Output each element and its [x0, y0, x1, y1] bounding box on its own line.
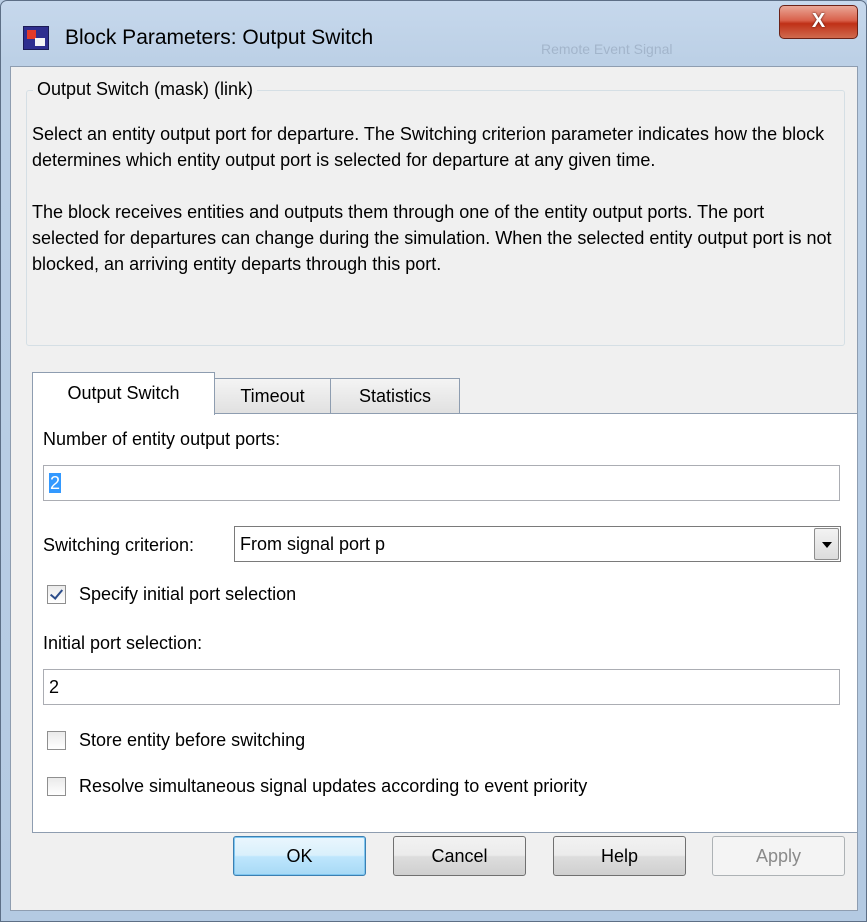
tab-statistics[interactable]: Statistics — [330, 378, 460, 414]
initial-port-value: 2 — [49, 677, 60, 697]
simulink-app-icon — [23, 26, 49, 50]
criterion-selected-value: From signal port p — [240, 534, 386, 554]
tab-output-switch[interactable]: Output Switch — [32, 372, 215, 415]
dialog-window: Block Parameters: Output Switch Remote E… — [0, 0, 867, 922]
close-button[interactable]: X — [779, 5, 858, 39]
help-button[interactable]: Help — [553, 836, 686, 876]
resolve-updates-label[interactable]: Resolve simultaneous signal updates acco… — [79, 776, 587, 797]
store-entity-checkbox[interactable] — [47, 731, 66, 750]
cancel-button[interactable]: Cancel — [393, 836, 526, 876]
num-ports-input[interactable]: 2 — [43, 465, 840, 501]
dialog-client-area: Output Switch (mask) (link) Select an en… — [10, 66, 858, 911]
num-ports-value: 2 — [49, 473, 62, 493]
criterion-dropdown[interactable]: From signal port p — [234, 526, 841, 562]
groupbox-title: Output Switch (mask) (link) — [33, 79, 258, 100]
initial-port-input[interactable]: 2 — [43, 669, 840, 705]
criterion-label: Switching criterion: — [43, 535, 195, 555]
description-paragraph: The block receives entities and outputs … — [32, 202, 832, 274]
title-bar[interactable]: Block Parameters: Output Switch Remote E… — [1, 1, 866, 73]
description-paragraph: Select an entity output port for departu… — [32, 124, 825, 170]
store-entity-label[interactable]: Store entity before switching — [79, 730, 305, 751]
ok-button[interactable]: OK — [233, 836, 366, 876]
initial-port-label: Initial port selection: — [43, 633, 203, 653]
output-switch-tab-panel: Number of entity output ports: 2 Switchi… — [32, 413, 858, 833]
tab-timeout[interactable]: Timeout — [214, 378, 331, 414]
num-ports-label: Number of entity output ports: — [43, 429, 281, 449]
block-description: Select an entity output port for departu… — [32, 121, 832, 303]
window-title: Block Parameters: Output Switch — [65, 26, 374, 49]
specify-initial-checkbox[interactable] — [47, 585, 66, 604]
specify-initial-label[interactable]: Specify initial port selection — [79, 584, 296, 605]
resolve-updates-checkbox[interactable] — [47, 777, 66, 796]
background-window-text: Remote Event Signal — [541, 41, 673, 57]
chevron-down-icon[interactable] — [814, 528, 839, 560]
close-icon: X — [811, 10, 826, 32]
apply-button[interactable]: Apply — [712, 836, 845, 876]
